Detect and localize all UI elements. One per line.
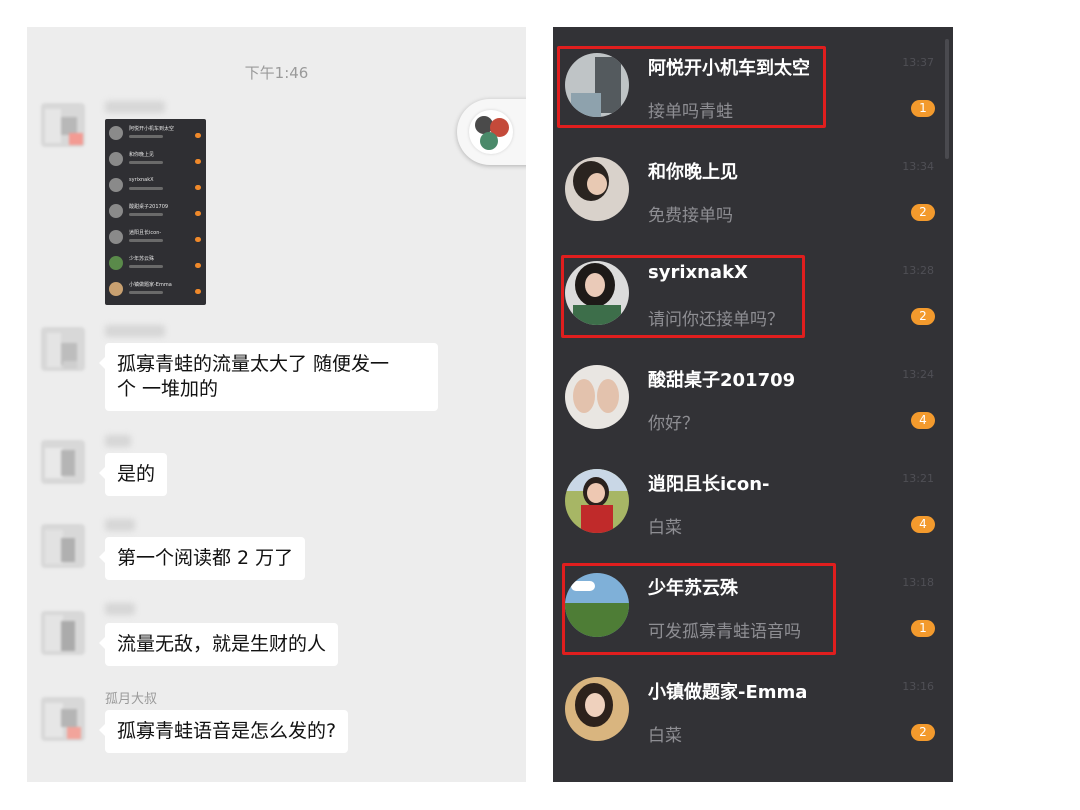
conversation-name: 和你晚上见: [648, 162, 738, 183]
unread-badge: 2: [911, 204, 935, 221]
conversation-preview: 白菜: [648, 726, 682, 746]
avatar[interactable]: [41, 440, 85, 484]
avatar: [565, 677, 629, 741]
unread-badge: 1: [911, 620, 935, 637]
message-bubble[interactable]: 流量无敌，就是生财的人: [98, 623, 339, 666]
sender-name-blurred: [105, 603, 135, 615]
conversation-row[interactable]: 逍阳且长icon- 白菜 13:21 4: [553, 451, 953, 554]
floating-window-widget[interactable]: [457, 99, 526, 165]
highlight-box-3: [562, 563, 836, 655]
message-bubble[interactable]: 是的: [98, 453, 168, 496]
highlight-box-2: [561, 255, 805, 338]
conversation-list-panel: 阿悦开小机车到太空 接单吗青蛙 13:37 1 和你晚上见 免费接单吗 13:3…: [553, 27, 953, 782]
conversation-preview: 免费接单吗: [648, 206, 733, 226]
sender-name: 孤月大叔: [105, 692, 158, 707]
avatar[interactable]: [41, 103, 85, 147]
avatar[interactable]: [41, 327, 85, 371]
conversation-screenshot-thumbnail[interactable]: 阿悦开小机车到太空 和你晚上见 syrixnakX 酸甜桌子201709 逍阳且…: [105, 119, 206, 305]
avatar[interactable]: [41, 697, 85, 741]
conversation-name: 逍阳且长icon-: [648, 474, 770, 495]
conversation-preview: 白菜: [648, 518, 682, 538]
sender-name-blurred: [105, 325, 165, 337]
unread-badge: 2: [911, 308, 935, 325]
message-bubble[interactable]: 孤寡青蛙语音是怎么发的?: [98, 710, 349, 753]
conversation-row[interactable]: 和你晚上见 免费接单吗 13:34 2: [553, 139, 953, 242]
group-chat-panel: 下午1:46 阿悦开小机车到太空 和你晚上见 syrixnakX 酸甜桌子201…: [27, 27, 526, 782]
chat-timestamp: 下午1:46: [244, 64, 309, 82]
conversation-time: 13:16: [902, 680, 934, 693]
avatar[interactable]: [41, 524, 85, 568]
sender-name-blurred: [105, 519, 135, 531]
conversation-name: 小镇做题家-Emma: [648, 682, 808, 703]
composite-screenshot: 下午1:46 阿悦开小机车到太空 和你晚上见 syrixnakX 酸甜桌子201…: [0, 0, 1080, 810]
highlight-box-1: [557, 46, 826, 128]
conversation-row[interactable]: 小镇做题家-Emma 白菜 13:16 2: [553, 659, 953, 762]
unread-badge: 1: [911, 100, 935, 117]
conversation-list-screenshot: 阿悦开小机车到太空 接单吗青蛙 13:37 1 和你晚上见 免费接单吗 13:3…: [553, 27, 1053, 782]
conversation-time: 13:24: [902, 368, 934, 381]
conversation-time: 13:37: [902, 56, 934, 69]
conversation-time: 13:28: [902, 264, 934, 277]
unread-badge: 4: [911, 412, 935, 429]
sender-name-blurred: [105, 435, 131, 447]
message-bubble[interactable]: 第一个阅读都 2 万了: [98, 537, 306, 580]
message-bubble[interactable]: 孤寡青蛙的流量太大了 随便发一 个 一堆加的: [99, 343, 438, 411]
unread-badge: 4: [911, 516, 935, 533]
floating-window-icon: [469, 110, 513, 154]
conversation-row[interactable]: 酸甜桌子201709 你好？ 13:24 4: [553, 347, 953, 450]
conversation-time: 13:34: [902, 160, 934, 173]
conversation-name: 酸甜桌子201709: [648, 370, 796, 391]
avatar[interactable]: [41, 611, 85, 655]
avatar: [565, 157, 629, 221]
conversation-preview: 你好？: [648, 414, 699, 434]
unread-badge: 2: [911, 724, 935, 741]
conversation-time: 13:18: [902, 576, 934, 589]
sender-name-blurred: [105, 101, 165, 113]
avatar: [565, 469, 629, 533]
avatar: [565, 365, 629, 429]
conversation-time: 13:21: [902, 472, 934, 485]
